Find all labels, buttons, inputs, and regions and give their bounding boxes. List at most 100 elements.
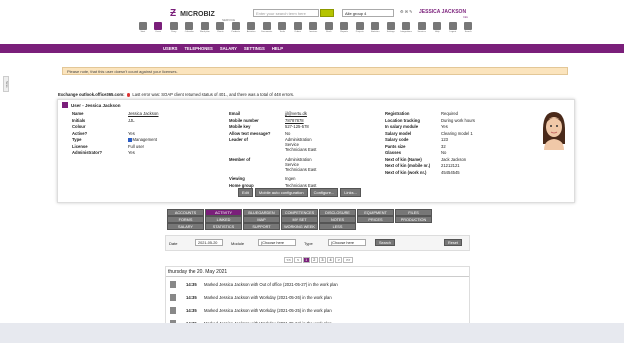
tab-accounts[interactable]: ACCOUNTS (167, 209, 204, 216)
module-select[interactable]: (Choose here (258, 239, 296, 246)
nav-telephones[interactable]: TELEPHONES (184, 46, 212, 51)
tab-competences[interactable]: COMPETENCES (281, 209, 318, 216)
links-button[interactable]: Links... (340, 188, 361, 197)
field-value-mobile-number[interactable]: 78787878 (285, 118, 304, 123)
module-statistics[interactable]: Statistics (368, 22, 384, 33)
tab-disclosure[interactable]: DISCLOSURE (319, 209, 356, 216)
field-value-member-of: Administration Service Technicians East (285, 156, 317, 172)
field-label-allow-text-message: Allow text message? (229, 130, 271, 136)
document-icon[interactable] (170, 307, 176, 314)
module-services[interactable]: Services (414, 22, 430, 33)
side-tab-notes[interactable]: Notes (3, 76, 9, 92)
tab-working-week[interactable]: WORKING WEEK (281, 223, 318, 230)
user-info-link[interactable]: Info (463, 15, 468, 19)
module-calendar[interactable]: Calendar (182, 22, 198, 33)
page-nav-7[interactable]: >> (343, 257, 353, 263)
module-projects[interactable]: Projects (352, 22, 368, 33)
module-tasks[interactable]: Tasks (275, 22, 291, 33)
field-label-mobile-key: Mobile key (229, 124, 251, 129)
module-integrations[interactable]: Integrations (399, 22, 415, 33)
search-filter-button[interactable]: Search (375, 239, 396, 246)
search-button[interactable] (320, 9, 334, 17)
module-orders[interactable]: Orders (290, 22, 306, 33)
tab-my-set[interactable]: MY SET (281, 216, 318, 223)
user-tabs: ACCOUNTS ACTIVITY BLUEGARDEN COMPETENCES DIS… (167, 209, 432, 230)
search-input[interactable]: Enter your search term here (253, 9, 319, 17)
tab-notes[interactable]: NOTES (319, 216, 356, 223)
tab-bluegarden[interactable]: BLUEGARDEN (243, 209, 280, 216)
module-reports[interactable]: Reports (337, 22, 353, 33)
tab-less[interactable]: LESS (319, 223, 356, 230)
module-label: Stock (326, 31, 332, 33)
module-label: Invoices (309, 31, 318, 33)
module-diary[interactable]: Diary (166, 22, 182, 33)
tab-support[interactable]: SUPPORT (243, 223, 280, 230)
module-start[interactable]: Start (135, 22, 151, 33)
page-nav-6[interactable]: > (335, 257, 343, 263)
module-users[interactable]: Users (151, 22, 167, 33)
tab-production[interactable]: PRODUCTION (395, 216, 432, 223)
field-label-active: Active? (72, 130, 88, 136)
tab-equipment[interactable]: EQUIPMENT (357, 209, 394, 216)
tab-forms[interactable]: FORMS (167, 216, 204, 223)
module-activities[interactable]: Activities (244, 22, 260, 33)
configure-button[interactable]: Configure... (309, 188, 339, 197)
module-search[interactable]: Search (461, 22, 477, 33)
module-documents[interactable]: Documents (259, 22, 275, 33)
module-label: Settings (386, 31, 395, 33)
tab-salary[interactable]: SALARY (167, 223, 204, 230)
invoices-icon (309, 22, 318, 30)
page-nav-0[interactable]: << (284, 257, 294, 263)
type-select[interactable]: (Choose here (328, 239, 366, 246)
tab-linked[interactable]: LINKED (205, 216, 242, 223)
user-icons[interactable]: ⚙ ✉ ✎ (400, 9, 413, 14)
module-work-plan[interactable]: Work plan (197, 22, 213, 33)
nav-help[interactable]: HELP (272, 46, 283, 51)
module-products[interactable]: Products (228, 22, 244, 33)
document-icon[interactable] (170, 281, 176, 288)
activities-icon (247, 22, 256, 30)
logo[interactable]: Ƶ MICROBIZ SERVICE (170, 8, 235, 22)
module-label: Statistics (370, 31, 380, 33)
module-invoices[interactable]: Invoices (306, 22, 322, 33)
nav-salary[interactable]: SALARY (220, 46, 237, 51)
module-label: Search (464, 31, 472, 33)
mobile-auto-configuration-button[interactable]: Mobile auto configuration (254, 188, 308, 197)
module-settings[interactable]: Settings (383, 22, 399, 33)
page-2[interactable]: 2 (310, 257, 318, 263)
page-nav-1[interactable]: < (294, 257, 302, 263)
nav-settings[interactable]: SETTINGS (244, 46, 265, 51)
page-1[interactable]: 1 (302, 257, 310, 263)
tab-files[interactable]: FILES (395, 209, 432, 216)
tab-activity[interactable]: ACTIVITY (205, 209, 242, 216)
edit-button[interactable]: Edit (238, 188, 253, 197)
reset-button[interactable]: Reset (444, 239, 462, 246)
tab-prices[interactable]: PRICES (357, 216, 394, 223)
module-label: Products (231, 31, 241, 33)
tab-map[interactable]: MAP (243, 216, 280, 223)
page-4[interactable]: 4 (327, 257, 335, 263)
field-value-name[interactable]: Jessica Jackson (128, 111, 159, 116)
nav-users[interactable]: USERS (163, 46, 177, 51)
date-input[interactable]: 2021-05-20 (195, 239, 223, 246)
module-help[interactable]: Help (430, 22, 446, 33)
tab-statistics[interactable]: STATISTICS (205, 223, 242, 230)
module-logout[interactable]: Logout (445, 22, 461, 33)
pagination: << <1 2 3 4 > >> (284, 257, 353, 263)
field-label-viewing: Viewing (229, 176, 245, 181)
tasks-icon (278, 22, 287, 30)
module-label: Work plan (199, 31, 210, 33)
document-icon[interactable] (170, 294, 176, 301)
module-clients[interactable]: Clients (213, 22, 229, 33)
field-value-email[interactable]: jjl@vertu.dk (285, 111, 307, 116)
group-select[interactable]: Alle group 4 (342, 9, 394, 17)
license-notice: Please note, that this user doesn't coun… (62, 67, 568, 75)
user-icon (62, 102, 68, 108)
user-name[interactable]: JESSICA JACKSON (419, 9, 466, 15)
field-value-type: Management (128, 137, 157, 142)
event-text: Marked Jessica Jackson with Workday (202… (204, 295, 332, 300)
search-icon (464, 22, 473, 30)
module-stock[interactable]: Stock (321, 22, 337, 33)
field-label-salary-model: Salary model (385, 130, 412, 136)
page-3[interactable]: 3 (318, 257, 327, 263)
